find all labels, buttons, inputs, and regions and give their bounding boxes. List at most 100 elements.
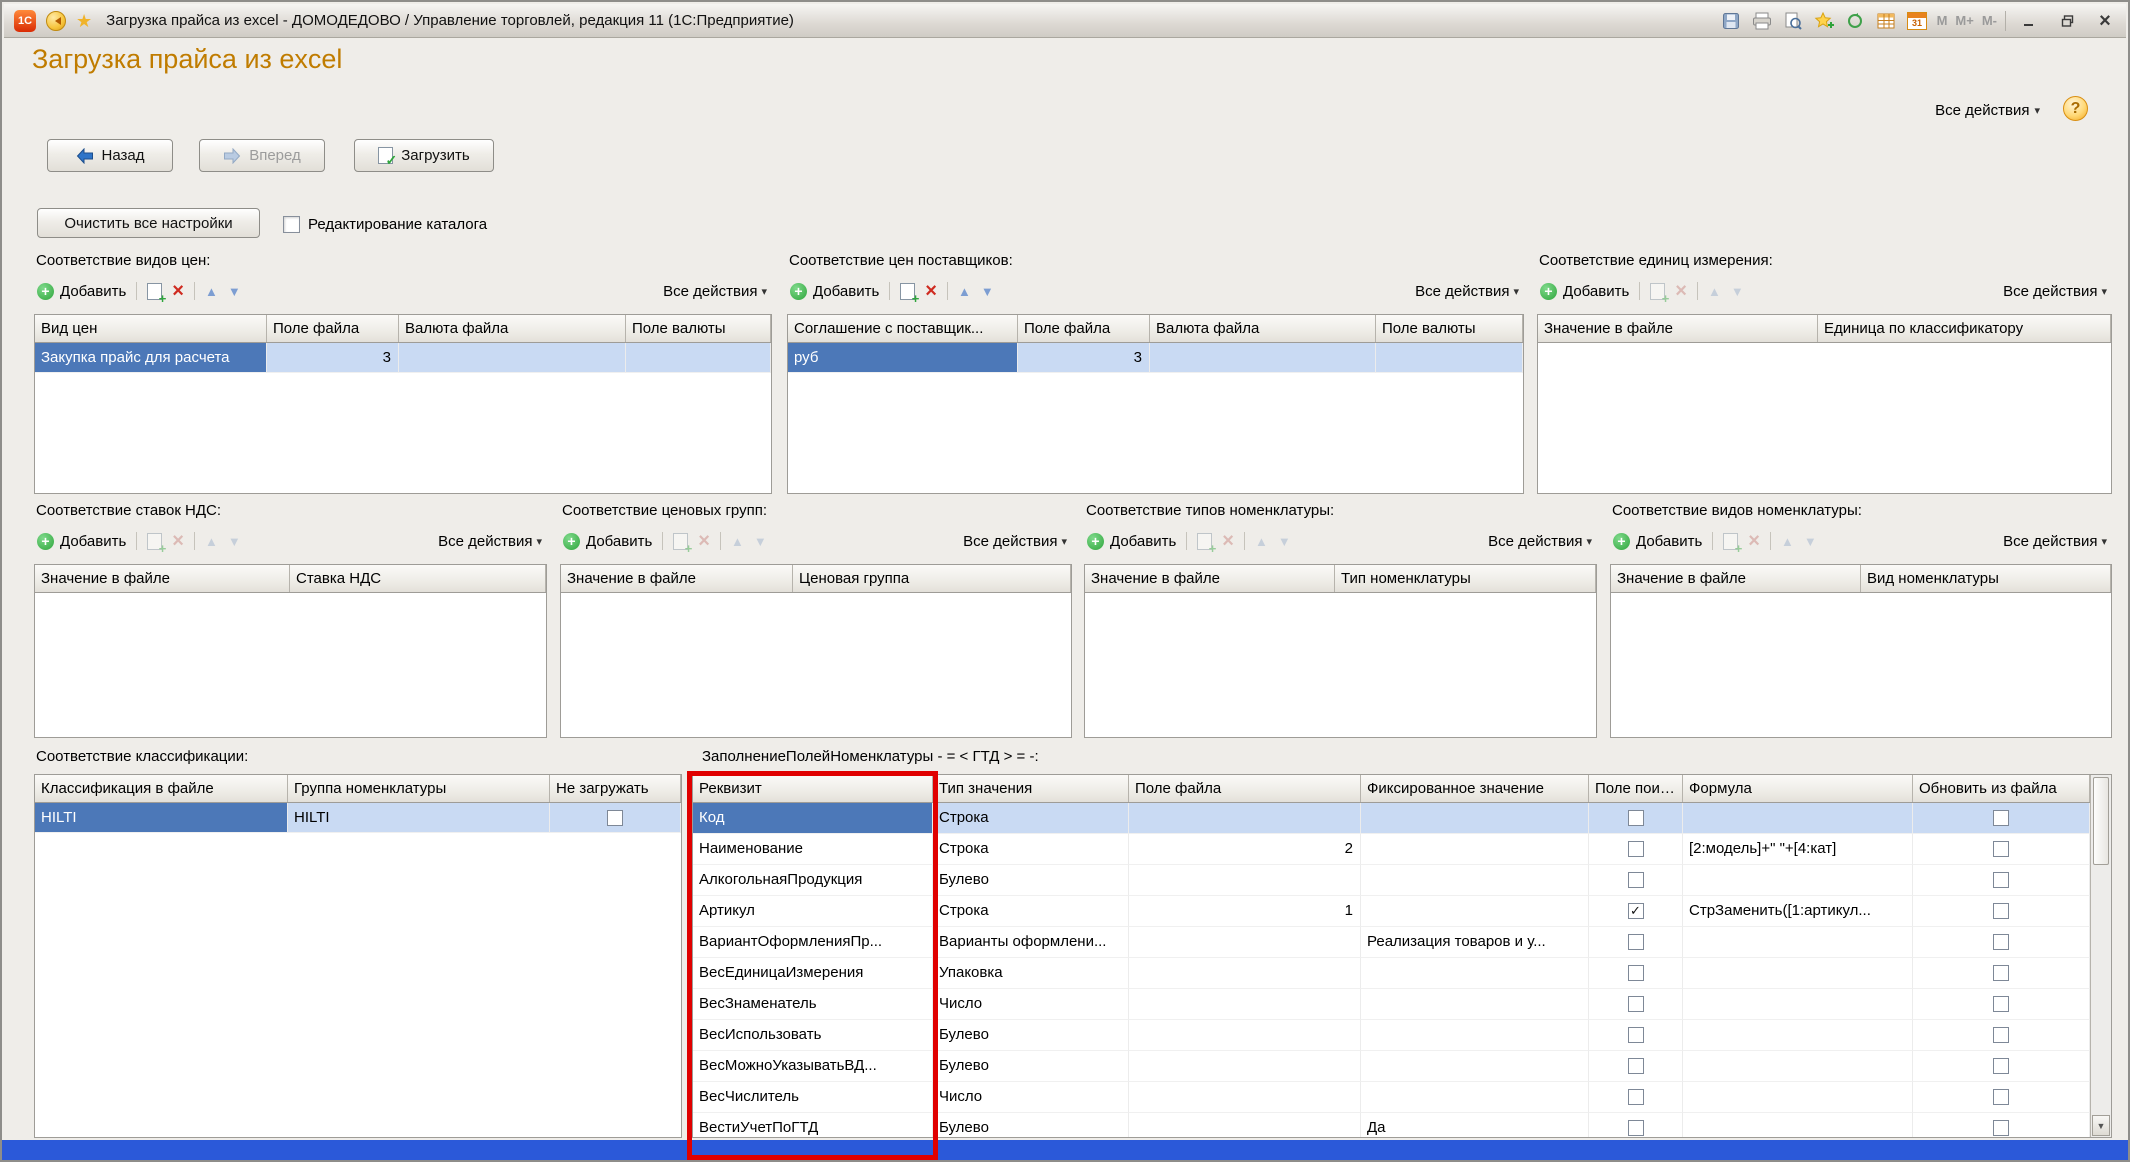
table-cell[interactable] [1913, 803, 2090, 834]
column-header[interactable]: Значение в файле [35, 565, 290, 592]
delete-icon[interactable]: × [1675, 281, 1687, 301]
table-cell[interactable]: руб [788, 343, 1018, 373]
table-cell[interactable] [1683, 1113, 1913, 1137]
column-header[interactable]: Поле файла [1018, 315, 1150, 342]
cell-checkbox[interactable] [1628, 1027, 1644, 1043]
nomenclature-types-table[interactable]: Значение в файлеТип номенклатуры [1084, 564, 1597, 738]
column-header[interactable]: Реквизит [693, 775, 933, 802]
table-row[interactable]: КодСтрока [693, 803, 2090, 834]
move-down-icon[interactable]: ▼ [1731, 285, 1744, 298]
table-cell[interactable] [1913, 989, 2090, 1020]
column-header[interactable]: Валюта файла [399, 315, 626, 342]
table-cell[interactable] [1589, 1051, 1683, 1082]
cell-checkbox[interactable] [1993, 1058, 2009, 1074]
table-row[interactable]: HILTIHILTI [35, 803, 681, 833]
table-cell[interactable]: Да [1361, 1113, 1589, 1137]
copy-icon[interactable]: + [147, 533, 162, 550]
table-cell[interactable] [626, 343, 771, 373]
back-button[interactable]: Назад [47, 139, 173, 172]
table-cell[interactable]: Наименование [693, 834, 933, 865]
table-row[interactable]: АртикулСтрока1✓СтрЗаменить([1:артикул... [693, 896, 2090, 927]
move-down-icon[interactable]: ▼ [981, 285, 994, 298]
table-cell[interactable]: Число [933, 1082, 1129, 1113]
table-cell[interactable]: Упаковка [933, 958, 1129, 989]
supplier-prices-table[interactable]: Соглашение с поставщик...Поле файлаВалют… [787, 314, 1524, 494]
table-cell[interactable]: Булево [933, 1020, 1129, 1051]
table-cell[interactable] [1683, 803, 1913, 834]
table-cell[interactable] [1361, 1082, 1589, 1113]
table-cell[interactable] [1361, 865, 1589, 896]
cell-checkbox[interactable] [1628, 965, 1644, 981]
move-up-icon[interactable]: ▲ [1255, 535, 1268, 548]
table-cell[interactable] [1913, 958, 2090, 989]
table-cell[interactable] [1913, 1020, 2090, 1051]
table-cell[interactable] [1683, 1020, 1913, 1051]
cell-checkbox[interactable] [1993, 841, 2009, 857]
calendar-icon[interactable]: 31 [1906, 11, 1929, 31]
column-header[interactable]: Поле файла [267, 315, 399, 342]
favorites-star-icon[interactable]: ★ [76, 12, 92, 30]
table-cell[interactable]: Реализация товаров и у... [1361, 927, 1589, 958]
column-header[interactable]: Значение в файле [1538, 315, 1818, 342]
price-types-table[interactable]: Вид ценПоле файлаВалюта файлаПоле валюты… [34, 314, 772, 494]
table-cell[interactable]: Код [693, 803, 933, 834]
fill-fields-table[interactable]: РеквизитТип значенияПоле файлаФиксирован… [692, 774, 2112, 1138]
column-header[interactable]: Не загружать [550, 775, 681, 802]
table-cell[interactable]: Булево [933, 1113, 1129, 1137]
table-cell[interactable] [1589, 803, 1683, 834]
table-row[interactable]: Закупка прайс для расчета3 [35, 343, 771, 373]
cell-checkbox[interactable] [1993, 996, 2009, 1012]
table-cell[interactable] [1129, 989, 1361, 1020]
column-header[interactable]: Классификация в файле [35, 775, 288, 802]
add-button[interactable]: + Добавить [1613, 533, 1702, 550]
back-history-icon[interactable] [46, 11, 66, 31]
table-cell[interactable]: АлкогольнаяПродукция [693, 865, 933, 896]
page-all-actions-button[interactable]: Все действия ▾ [1935, 102, 2040, 119]
scrollbar-thumb[interactable] [2093, 777, 2109, 865]
table-cell[interactable] [1913, 1051, 2090, 1082]
table-cell[interactable] [1129, 958, 1361, 989]
add-button[interactable]: + Добавить [790, 283, 879, 300]
cell-checkbox[interactable] [1993, 903, 2009, 919]
table-cell[interactable] [1361, 1051, 1589, 1082]
table-cell[interactable]: Булево [933, 1051, 1129, 1082]
column-header[interactable]: Ставка НДС [290, 565, 546, 592]
table-cell[interactable] [1376, 343, 1523, 373]
table-cell[interactable] [1589, 865, 1683, 896]
move-up-icon[interactable]: ▲ [958, 285, 971, 298]
table-cell[interactable] [1129, 927, 1361, 958]
table-row[interactable]: ВесЕдиницаИзмеренияУпаковка [693, 958, 2090, 989]
table-icon[interactable] [1875, 11, 1898, 31]
print-preview-icon[interactable] [1782, 11, 1805, 31]
copy-icon[interactable]: + [673, 533, 688, 550]
cell-checkbox[interactable] [1628, 841, 1644, 857]
cell-checkbox[interactable] [1628, 934, 1644, 950]
classification-table[interactable]: Классификация в файлеГруппа номенклатуры… [34, 774, 682, 1138]
table-cell[interactable]: ВесМожноУказыватьВД... [693, 1051, 933, 1082]
add-button[interactable]: + Добавить [1540, 283, 1629, 300]
copy-icon[interactable]: + [1650, 283, 1665, 300]
table-cell[interactable]: HILTI [35, 803, 288, 833]
cell-checkbox[interactable] [1628, 1089, 1644, 1105]
column-header[interactable]: Поле поиска [1589, 775, 1683, 802]
add-favorite-icon[interactable] [1813, 11, 1836, 31]
table-cell[interactable]: Закупка прайс для расчета [35, 343, 267, 373]
load-button[interactable]: ✓ Загрузить [354, 139, 494, 172]
table-cell[interactable] [1361, 896, 1589, 927]
table-cell[interactable] [1913, 865, 2090, 896]
column-header[interactable]: Поле валюты [626, 315, 771, 342]
add-button[interactable]: + Добавить [563, 533, 652, 550]
clear-settings-button[interactable]: Очистить все настройки [37, 208, 260, 238]
table-cell[interactable] [1361, 1020, 1589, 1051]
move-down-icon[interactable]: ▼ [754, 535, 767, 548]
units-table[interactable]: Значение в файлеЕдиница по классификатор… [1537, 314, 2112, 494]
table-cell[interactable] [1683, 958, 1913, 989]
copy-icon[interactable]: + [900, 283, 915, 300]
table-cell[interactable] [1589, 927, 1683, 958]
table-cell[interactable] [1913, 927, 2090, 958]
table-cell[interactable] [550, 803, 681, 833]
column-header[interactable]: Вид цен [35, 315, 267, 342]
column-header[interactable]: Валюта файла [1150, 315, 1376, 342]
move-down-icon[interactable]: ▼ [1804, 535, 1817, 548]
column-header[interactable]: Обновить из файла [1913, 775, 2090, 802]
